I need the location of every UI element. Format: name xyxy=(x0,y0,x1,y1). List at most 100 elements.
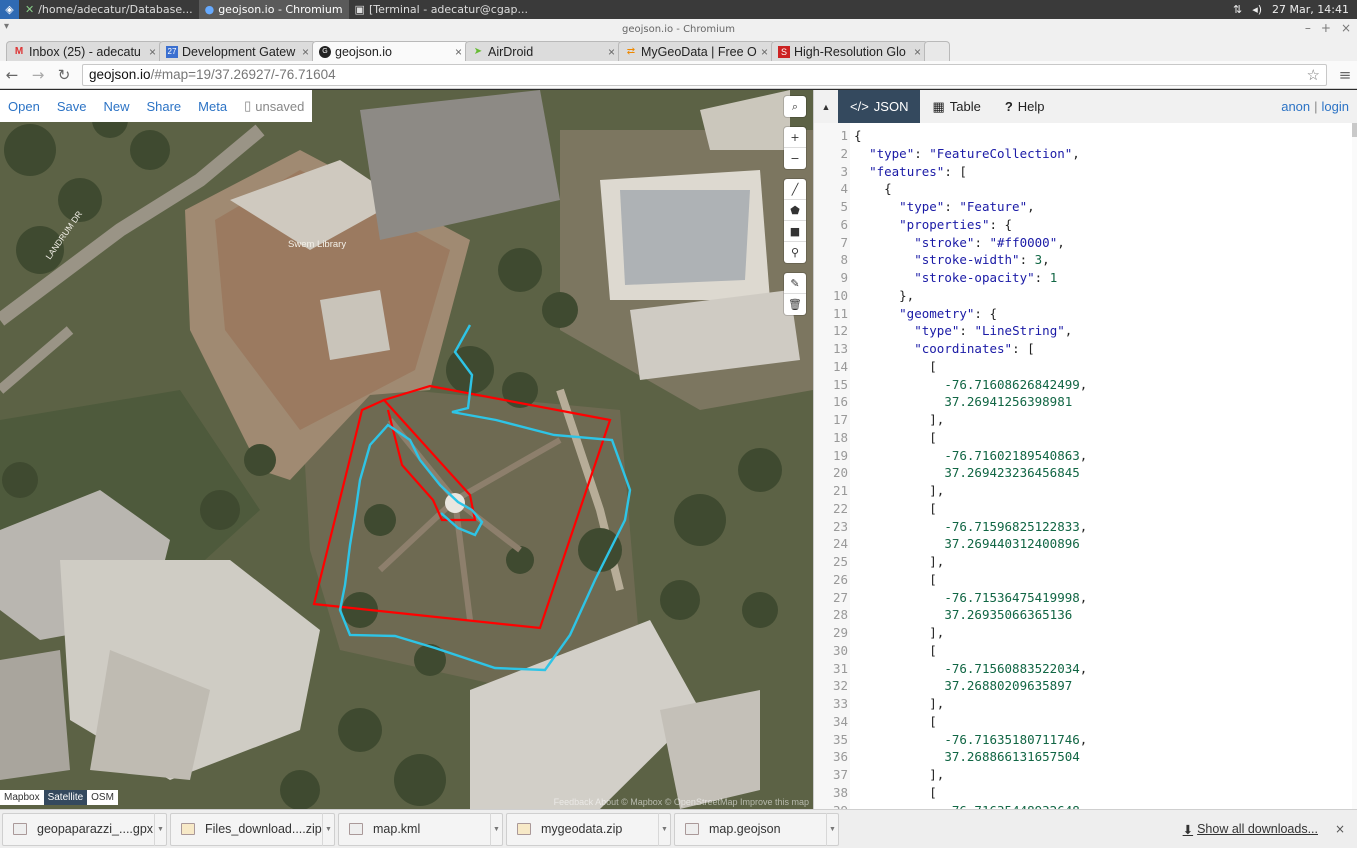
download-menu-icon[interactable]: ▼ xyxy=(826,812,838,846)
layer-switcher: Mapbox Satellite OSM xyxy=(0,790,118,805)
delete-layers-icon[interactable]: 🗑︎ xyxy=(784,294,806,315)
maximize-icon[interactable]: + xyxy=(1321,21,1331,35)
zoom-out-icon[interactable]: − xyxy=(784,148,806,169)
user-links: anon | login xyxy=(1281,90,1357,123)
login-link[interactable]: login xyxy=(1322,99,1349,114)
zip-icon xyxy=(181,823,195,835)
line-number: 7 xyxy=(840,234,848,250)
code-text: -76.71608626842499, xyxy=(944,376,1088,392)
tab-gmail[interactable]: M Inbox (25) - adecatu × xyxy=(6,41,163,61)
new-button[interactable]: New xyxy=(103,99,129,114)
tab-airdroid[interactable]: ➤ AirDroid × xyxy=(465,41,622,61)
line-number: 27 xyxy=(832,589,848,605)
geojson-app: Swem Library LANDRUM DR Open Save New Sh… xyxy=(0,90,1357,809)
edit-layers-icon[interactable]: ✎ xyxy=(784,273,806,294)
line-number: 6 xyxy=(840,216,848,232)
volume-icon[interactable]: ◂) xyxy=(1252,3,1262,16)
line-number: 2 xyxy=(840,145,848,161)
clock[interactable]: 27 Mar, 14:41 xyxy=(1272,3,1349,16)
download-item[interactable]: map.geojson ▼ xyxy=(674,812,839,846)
window-menu-icon[interactable]: ▾ xyxy=(4,21,9,32)
code-text: ], xyxy=(854,412,945,427)
bookmark-star-icon[interactable]: ☆ xyxy=(1307,66,1320,84)
network-icon[interactable]: ⇅ xyxy=(1233,3,1242,16)
tab-close-icon[interactable]: × xyxy=(302,45,309,59)
tab-high-resolution[interactable]: S High-Resolution Glo × xyxy=(771,41,928,61)
download-menu-icon[interactable]: ▼ xyxy=(322,812,334,846)
draw-rectangle-icon[interactable]: ■ xyxy=(784,221,806,242)
chromium-icon: ● xyxy=(204,3,215,16)
layer-satellite[interactable]: Satellite xyxy=(43,790,88,805)
new-tab-button[interactable] xyxy=(924,41,950,61)
tab-mygeodata[interactable]: ⇄ MyGeoData | Free O × xyxy=(618,41,775,61)
download-item[interactable]: mygeodata.zip ▼ xyxy=(506,812,671,846)
gmail-icon: M xyxy=(14,46,24,57)
save-button[interactable]: Save xyxy=(57,99,87,114)
tab-table[interactable]: ▦ Table xyxy=(920,90,992,123)
back-icon[interactable]: ← xyxy=(4,66,20,84)
download-item[interactable]: geopaparazzi_....gpx ▼ xyxy=(2,812,167,846)
zoom-in-icon[interactable]: + xyxy=(784,127,806,148)
line-number: 34 xyxy=(832,713,848,729)
code-text: [ xyxy=(854,784,937,800)
map-canvas[interactable]: Swem Library LANDRUM DR Open Save New Sh… xyxy=(0,90,813,809)
tab-close-icon[interactable]: × xyxy=(914,45,921,59)
editor-scrollbar[interactable] xyxy=(1352,123,1357,809)
search-icon[interactable]: ⌕ xyxy=(784,96,806,117)
tab-development-gateway[interactable]: 27 Development Gatew × xyxy=(159,41,316,61)
tab-close-icon[interactable]: × xyxy=(455,45,462,59)
forward-icon[interactable]: → xyxy=(30,66,46,84)
line-number: 39 xyxy=(814,802,848,810)
code-text: }, xyxy=(854,287,915,303)
code-text: -76.71560883522034, xyxy=(944,660,1088,676)
meta-button[interactable]: Meta xyxy=(198,99,227,114)
document-icon: ▯ xyxy=(244,98,252,113)
code-text: ], xyxy=(854,483,945,498)
draw-polygon-icon[interactable]: ⬟ xyxy=(784,200,806,221)
line-number: 5 xyxy=(840,199,848,214)
download-item[interactable]: Files_download....zip ▼ xyxy=(170,812,335,846)
download-menu-icon[interactable]: ▼ xyxy=(490,812,502,846)
tab-close-icon[interactable]: × xyxy=(761,45,768,59)
download-menu-icon[interactable]: ▼ xyxy=(658,812,670,846)
download-menu-icon[interactable]: ▼ xyxy=(154,812,166,846)
line-number: 33 xyxy=(832,696,848,711)
address-bar[interactable]: geojson.io/#map=19/37.26927/-76.71604 ☆ xyxy=(82,63,1327,86)
layer-osm[interactable]: OSM xyxy=(87,790,118,805)
folder-icon: ✕ xyxy=(25,3,35,16)
tab-close-icon[interactable]: × xyxy=(608,45,615,59)
collapse-pane-icon[interactable]: ▲ xyxy=(814,90,838,123)
code-text: ], xyxy=(854,767,945,782)
tab-close-icon[interactable]: × xyxy=(149,45,156,59)
tab-geojson[interactable]: G geojson.io × xyxy=(312,41,469,61)
downloads-shelf: geopaparazzi_....gpx ▼ Files_download...… xyxy=(0,809,1357,848)
reload-icon[interactable]: ↻ xyxy=(56,66,72,84)
tab-help[interactable]: ? Help xyxy=(993,90,1057,123)
code-text: [ xyxy=(854,713,937,729)
code-text: 37.269423236456845 xyxy=(944,465,1080,481)
map-attribution[interactable]: Feedback About © Mapbox © OpenStreetMap … xyxy=(554,797,809,807)
show-all-downloads-link[interactable]: ⬇ Show all downloads... xyxy=(1183,822,1332,837)
tab-json[interactable]: </> JSON xyxy=(838,90,921,123)
draw-marker-icon[interactable]: ⚲ xyxy=(784,242,806,263)
layer-mapbox[interactable]: Mapbox xyxy=(0,790,44,805)
start-menu-icon[interactable]: ◈ xyxy=(0,0,19,19)
taskbar-task-terminal[interactable]: ▣ [Terminal - adecatur@cgap... xyxy=(349,0,534,19)
chrome-menu-icon[interactable]: ≡ xyxy=(1337,66,1353,84)
line-number: 8 xyxy=(840,252,848,268)
code-text: [ xyxy=(854,571,937,587)
code-text: 37.26941256398981 xyxy=(944,394,1073,410)
open-button[interactable]: Open xyxy=(8,99,40,114)
minimize-icon[interactable]: – xyxy=(1305,21,1311,35)
taskbar-task-chromium[interactable]: ● geojson.io - Chromium xyxy=(198,0,349,19)
draw-line-icon[interactable]: ╱ xyxy=(784,179,806,200)
taskbar-task-filemanager[interactable]: ✕ /home/adecatur/Database... xyxy=(19,0,199,19)
json-editor[interactable]: 1 {2 "type": "FeatureCollection", 3 "featu… xyxy=(814,123,1357,809)
close-shelf-icon[interactable]: × xyxy=(1335,822,1353,836)
close-icon[interactable]: × xyxy=(1341,21,1351,35)
share-button[interactable]: Share xyxy=(146,99,181,114)
terminal-icon: ▣ xyxy=(354,3,365,16)
code-text: "stroke": "#ff0000", xyxy=(914,234,1065,250)
download-item[interactable]: map.kml ▼ xyxy=(338,812,503,846)
anon-link[interactable]: anon xyxy=(1281,99,1310,114)
